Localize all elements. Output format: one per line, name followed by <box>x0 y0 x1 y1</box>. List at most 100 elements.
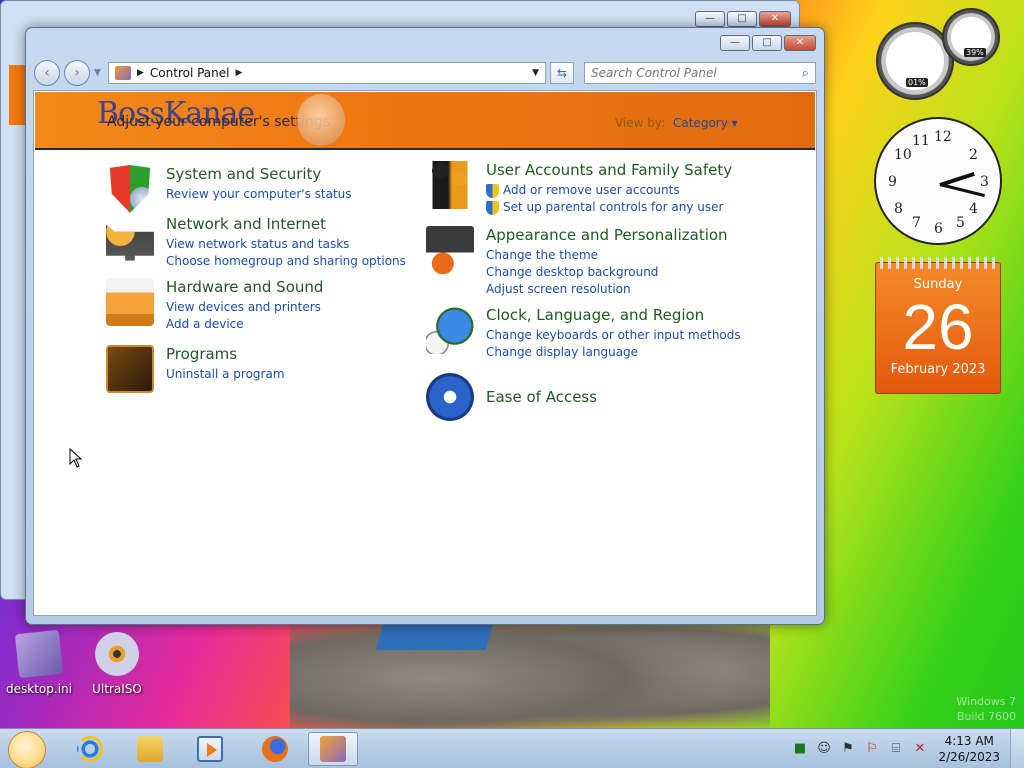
show-desktop-button[interactable] <box>1010 729 1024 768</box>
windows-watermark: Windows 7 Build 7600 <box>956 694 1016 724</box>
taskbar-media-player[interactable] <box>185 732 235 766</box>
category-link[interactable]: Add or remove user accounts <box>486 182 732 199</box>
clock-time: 4:13 AM <box>944 734 994 748</box>
maximize-button[interactable]: □ <box>727 11 757 27</box>
programs-icon[interactable] <box>106 345 154 393</box>
category-link[interactable]: Set up parental controls for any user <box>486 199 732 216</box>
category-system-security: System and Security Review your computer… <box>106 165 352 213</box>
globe-clock-icon[interactable] <box>426 306 474 354</box>
tray-app-icon[interactable]: ■ <box>792 741 808 757</box>
category-link-label: Add or remove user accounts <box>503 183 680 197</box>
tray-smiley-icon[interactable]: ☺ <box>816 741 832 757</box>
tray-network-icon[interactable]: ⌸ <box>888 741 904 757</box>
cpu-meter-gadget[interactable]: 01% 39% <box>874 8 1000 104</box>
category-link[interactable]: View network status and tasks <box>166 236 406 253</box>
category-link-label: Set up parental controls for any user <box>503 200 724 214</box>
recent-pages-chevron-down-icon[interactable]: ▼ <box>94 68 104 78</box>
clock-date: 2/26/2023 <box>938 750 1000 764</box>
watermark-line: Windows 7 <box>956 695 1016 708</box>
content-pane: BossKanae Adjust your computer's setting… <box>33 90 817 616</box>
back-button[interactable]: ‹ <box>34 60 60 86</box>
close-button[interactable]: ✕ <box>759 11 791 27</box>
clock-gadget[interactable]: 12 2 3 4 5 6 7 8 9 10 11 <box>874 117 1002 245</box>
background-window-buttons: — □ ✕ <box>695 11 791 27</box>
network-icon[interactable] <box>106 224 154 261</box>
category-link[interactable]: View devices and printers <box>166 299 323 316</box>
minimize-button[interactable]: — <box>720 35 750 51</box>
search-box[interactable]: ⌕ <box>584 62 816 84</box>
users-icon[interactable] <box>430 161 470 209</box>
calendar-month: February 2023 <box>890 362 986 377</box>
desktop-icon-ultraiso[interactable]: UltraISO <box>82 632 152 696</box>
search-icon[interactable]: ⌕ <box>802 66 809 81</box>
category-title[interactable]: System and Security <box>166 165 352 183</box>
clock-numeral: 8 <box>894 201 903 217</box>
security-shield-icon[interactable] <box>109 165 151 213</box>
category-link[interactable]: Change keyboards or other input methods <box>486 327 741 344</box>
view-by-dropdown[interactable]: Category ▾ <box>673 116 738 130</box>
start-button[interactable] <box>8 731 46 768</box>
maximize-button[interactable]: □ <box>752 35 782 51</box>
tray-flag-error-icon[interactable]: ⚐ <box>864 741 880 757</box>
clock-numeral: 9 <box>888 174 897 190</box>
control-panel-icon <box>320 736 346 762</box>
appearance-icon[interactable] <box>426 226 474 274</box>
category-link[interactable]: Adjust screen resolution <box>486 281 728 298</box>
address-bar[interactable]: ▶ Control Panel ▶ ▼ <box>108 62 546 84</box>
clock-numeral: 12 <box>934 129 952 145</box>
category-link[interactable]: Change the theme <box>486 247 728 264</box>
category-title[interactable]: Hardware and Sound <box>166 278 323 296</box>
clock[interactable]: 4:13 AM 2/26/2023 <box>938 733 1000 765</box>
tray-volume-muted-icon[interactable]: ✕ <box>912 741 928 757</box>
category-programs: Programs Uninstall a program <box>106 345 285 393</box>
category-title[interactable]: Network and Internet <box>166 215 406 233</box>
category-ease-of-access: Ease of Access <box>426 373 597 421</box>
search-input[interactable] <box>591 66 802 80</box>
clock-numeral: 4 <box>969 201 978 217</box>
folder-icon <box>137 736 163 762</box>
category-user-accounts: User Accounts and Family Safety Add or r… <box>426 161 732 216</box>
category-network-internet: Network and Internet View network status… <box>106 215 406 270</box>
clock-numeral: 11 <box>912 133 930 149</box>
theme-banner: BossKanae Adjust your computer's setting… <box>35 92 815 150</box>
system-tray: ■ ☺ ⚑ ⚐ ⌸ ✕ <box>792 741 928 757</box>
taskbar-control-panel[interactable] <box>308 732 358 766</box>
close-button[interactable]: ✕ <box>784 35 816 51</box>
category-link[interactable]: Change display language <box>486 344 741 361</box>
desktop-icon-desktop-ini[interactable]: desktop.ini <box>4 629 74 696</box>
taskbar-firefox[interactable] <box>250 732 300 766</box>
calendar-rings <box>880 257 996 269</box>
control-panel-window[interactable]: — □ ✕ ‹ › ▼ ▶ Control Panel ▶ ▼ ⇆ ⌕ Boss… <box>25 27 825 625</box>
category-title[interactable]: Programs <box>166 345 285 363</box>
category-appearance: Appearance and Personalization Change th… <box>426 226 728 298</box>
address-dropdown-chevron-down-icon[interactable]: ▼ <box>532 68 539 78</box>
category-clock-language-region: Clock, Language, and Region Change keybo… <box>426 306 741 361</box>
taskbar-windows-explorer[interactable] <box>125 732 175 766</box>
control-panel-icon <box>115 66 131 80</box>
forward-button[interactable]: › <box>64 60 90 86</box>
category-title[interactable]: Ease of Access <box>486 388 597 406</box>
category-link[interactable]: Choose homegroup and sharing options <box>166 253 406 270</box>
taskbar-internet-explorer[interactable] <box>65 732 115 766</box>
clock-minute-hand <box>939 183 985 198</box>
clock-numeral: 10 <box>894 147 912 163</box>
category-title[interactable]: User Accounts and Family Safety <box>486 161 732 179</box>
category-title[interactable]: Appearance and Personalization <box>486 226 728 244</box>
tray-action-center-icon[interactable]: ⚑ <box>840 741 856 757</box>
ease-of-access-icon[interactable] <box>426 373 474 421</box>
category-link[interactable]: Change desktop background <box>486 264 728 281</box>
category-link[interactable]: Review your computer's status <box>166 186 352 203</box>
firefox-icon <box>262 736 288 762</box>
chevron-right-icon[interactable]: ▶ <box>236 68 243 78</box>
refresh-button[interactable]: ⇆ <box>550 62 574 84</box>
category-title[interactable]: Clock, Language, and Region <box>486 306 741 324</box>
breadcrumb-control-panel[interactable]: Control Panel <box>150 66 230 80</box>
memory-gauge: 39% <box>942 8 1000 66</box>
chevron-right-icon[interactable]: ▶ <box>137 68 144 78</box>
calendar-weekday: Sunday <box>913 277 963 292</box>
category-link[interactable]: Uninstall a program <box>166 366 285 383</box>
minimize-button[interactable]: — <box>695 11 725 27</box>
category-link[interactable]: Add a device <box>166 316 323 333</box>
printer-icon[interactable] <box>106 278 154 326</box>
calendar-gadget[interactable]: Sunday 26 February 2023 <box>875 257 1001 394</box>
